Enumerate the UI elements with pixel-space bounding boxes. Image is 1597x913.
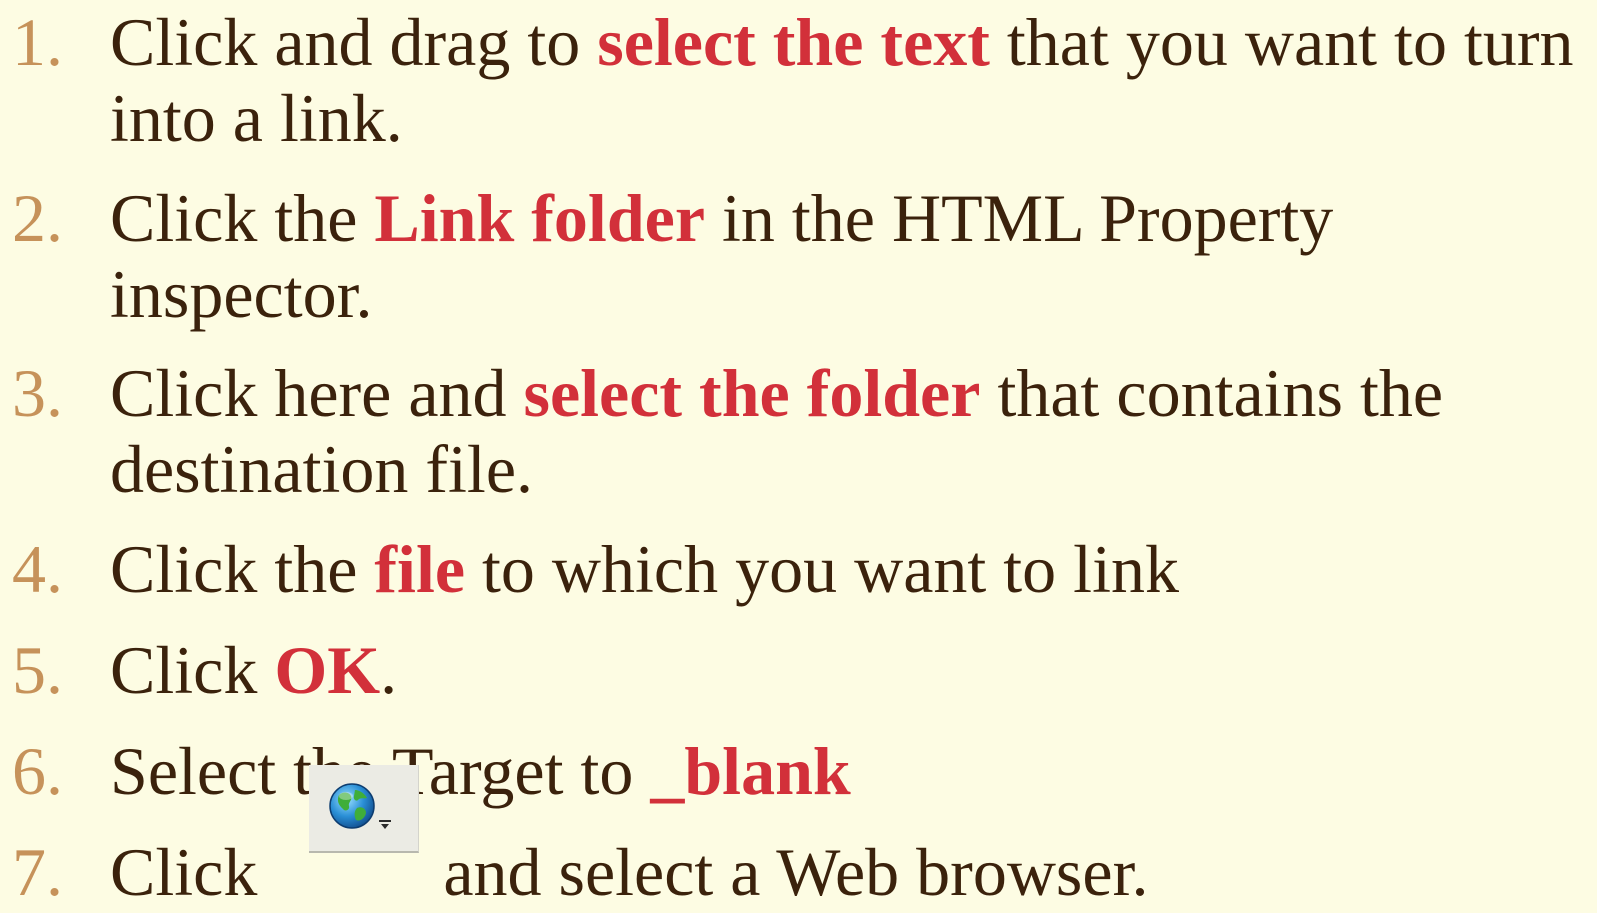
step-number: 4. [12, 531, 63, 607]
step-number: 5. [12, 632, 63, 708]
step-number: 6. [12, 733, 63, 809]
step-highlight: Link folder [374, 180, 706, 256]
step-highlight: select the folder [523, 355, 981, 431]
step-text: Click and drag to select the text that y… [110, 4, 1574, 156]
step-number: 7. [12, 834, 63, 910]
small-caret-down-icon[interactable] [377, 817, 393, 833]
step-text: Click OK. [110, 632, 398, 708]
step-text: Click here and select the folder that co… [110, 355, 1444, 507]
step-text: Click the file to which you want to link [110, 531, 1179, 607]
step-text: Click the Link folder in the HTML Proper… [110, 180, 1334, 332]
step-highlight: OK [274, 632, 381, 708]
step-number: 3. [12, 355, 63, 431]
step-highlight: _blank [650, 733, 851, 809]
step-number: 1. [12, 4, 63, 80]
step-highlight: file [374, 531, 466, 607]
step-highlight: select the text [597, 4, 990, 80]
globe-preview-icon [329, 783, 375, 829]
step-number: 2. [12, 180, 63, 256]
preview-in-browser-button[interactable] [309, 765, 419, 853]
